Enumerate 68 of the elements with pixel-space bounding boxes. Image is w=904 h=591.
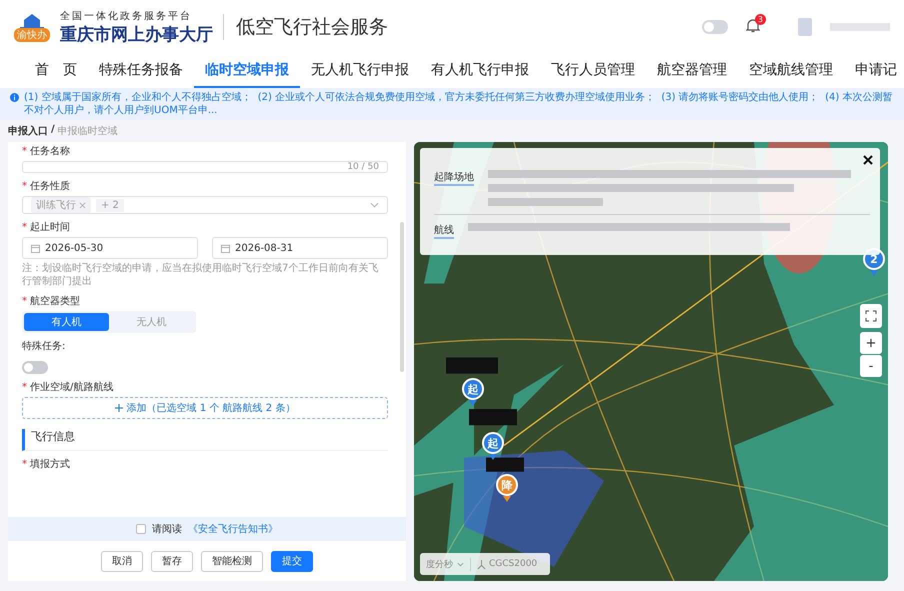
toggle-switch[interactable] [22,361,48,374]
form-button[interactable]: 暂存 [151,550,193,572]
fullscreen-icon [865,310,877,322]
notification-badge: 3 [754,14,766,24]
logo-badge: 渝快办 [14,28,50,42]
zoom-out-button[interactable]: - [860,355,882,377]
char-counter: 10 / 50 [347,162,379,172]
hint-text: 注：划设临时飞行空域的申请，应当在拟使用临时飞行空域7个工作日前向有关飞行管制部门提出 [22,262,380,288]
blurred-username [830,23,890,31]
field-label: 任务性质 [30,180,70,193]
nav-tab[interactable]: 无人机飞行申报 [300,54,420,88]
required-asterisk: * [22,146,27,156]
survey-tripod-icon [477,560,486,568]
tag-chip: 训练飞行 [31,197,91,213]
chevron-down-icon [370,202,379,208]
scrollbar-thumb[interactable] [400,222,404,372]
popup-label: 起降场地 [434,170,474,186]
required-asterisk: * [22,180,27,192]
breadcrumb-current: 申报临时空域 [58,124,118,138]
info-icon [10,93,19,102]
breadcrumb-separator: / [51,124,55,137]
notice-text: (1) 空域属于国家所有，企业和个人不得独占空域； (2) 企业或个人可依法合规免费使用空域，官方未委托任何第三方收费办理空域使用业务； (3) 请勿将账号密码交由他人使用； (4) 本次公测暂不对个人用户，请个人用户到UOM平台申... [24,91,894,117]
plus-icon [114,404,123,412]
required-asterisk: * [22,382,27,392]
field-label: 航空器类型 [30,294,80,308]
crs-label: CGCS2000 [477,559,538,569]
nav-tab[interactable]: 航空器管理 [646,54,738,88]
field-label: 任务名称 [30,145,70,158]
more-tags-count: + 2 [96,198,124,212]
nav-tab[interactable]: 空域航线管理 [738,54,844,88]
field-label: 填报方式 [30,458,70,471]
agreement-text: 请阅读 [152,522,182,536]
breadcrumb-link[interactable]: 申报入口 [8,124,48,138]
nav-tab[interactable]: 申请记 [844,54,904,88]
required-asterisk: * [22,296,27,306]
add-airspace-button[interactable]: 添加（已选空域 1 个 航路航线 2 条） [22,397,388,419]
date-field[interactable]: 2026-05-30 [22,237,198,259]
popup-label: 航线 [434,223,454,239]
nav-tab[interactable]: 飞行人员管理 [540,54,646,88]
bell-icon[interactable] [746,18,760,32]
remove-tag-icon[interactable] [79,202,86,208]
zoom-in-button[interactable]: + [860,332,882,354]
section-title: 飞行信息 [22,429,388,451]
nav-tab[interactable]: 首 页 [24,54,88,88]
service-title: 低空飞行社会服务 [223,14,388,40]
safety-notice-link[interactable]: 《安全飞行告知书》 [188,522,278,536]
chevron-down-icon [457,562,464,566]
form-button[interactable]: 取消 [101,550,143,572]
close-icon[interactable] [862,154,874,166]
fullscreen-button[interactable] [860,304,882,328]
nav-tab[interactable]: 有人机飞行申报 [420,54,540,88]
field-label: 作业空域/航路航线 [30,380,114,394]
calendar-icon [31,244,40,252]
form-button[interactable]: 提交 [271,550,313,572]
nav-tab[interactable]: 特殊任务报备 [88,54,194,88]
field-label: 特殊任务: [22,340,66,353]
form-button[interactable]: 智能检测 [201,550,263,572]
site-title: 重庆市网上办事大厅 [60,24,213,46]
segment-option[interactable]: 有人机 [24,313,109,331]
required-asterisk: * [22,458,27,470]
required-asterisk: * [22,222,27,232]
agreement-checkbox[interactable] [136,524,146,534]
platform-subtitle: 全国一体化政务服务平台 [60,10,193,22]
calendar-icon [221,244,230,252]
field-label: 起止时间 [30,220,70,234]
date-field[interactable]: 2026-08-31 [212,237,388,259]
theme-toggle[interactable] [702,20,728,34]
avatar-placeholder[interactable] [798,18,812,36]
